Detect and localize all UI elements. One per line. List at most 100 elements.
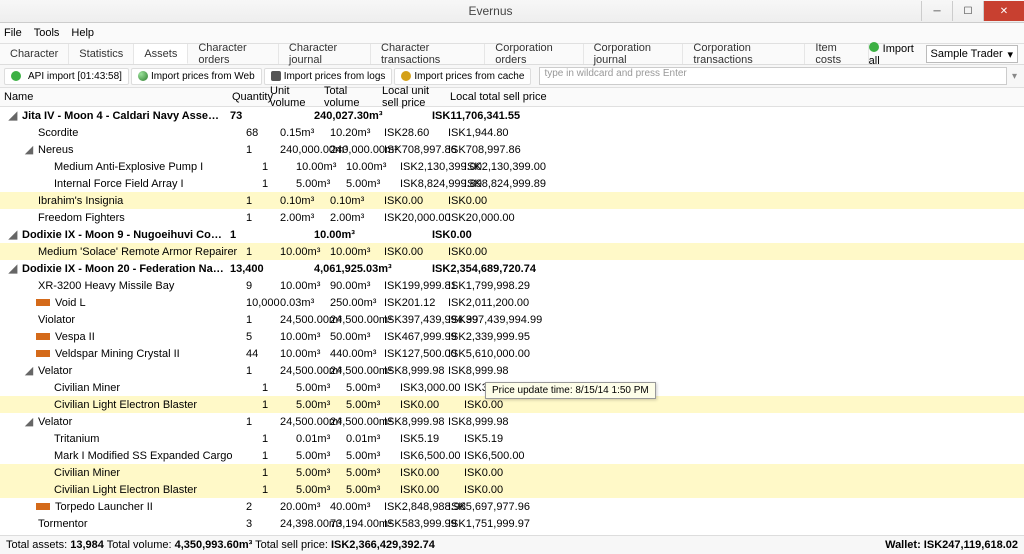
tab-character-orders[interactable]: Character orders [188, 44, 279, 64]
asset-row[interactable]: Civilian Light Electron Blaster15.00m³5.… [0, 481, 1024, 498]
cell-quantity: 1 [260, 161, 294, 173]
column-header-local-total-sell-price[interactable]: Local total sell price [446, 91, 564, 103]
asset-row[interactable]: Medium Anti-Explosive Pump I110.00m³10.0… [0, 158, 1024, 175]
asset-row[interactable]: Medium 'Solace' Remote Armor Repairer110… [0, 243, 1024, 260]
expand-icon[interactable]: ◢ [22, 364, 36, 377]
menu-tools[interactable]: Tools [34, 27, 60, 39]
menu-file[interactable]: File [4, 27, 22, 39]
minimize-button[interactable]: ─ [921, 1, 952, 21]
column-header-name[interactable]: Name [0, 91, 228, 103]
asset-row[interactable]: Torpedo Launcher II220.00m³40.00m³ISK2,8… [0, 498, 1024, 515]
cell-unit-sell: ISK0.00 [382, 195, 446, 207]
cell-quantity: 3 [244, 518, 278, 530]
cell-total-volume: 10.00m³ [344, 161, 398, 173]
cell-quantity: 1 [244, 314, 278, 326]
asset-row[interactable]: Mark I Modified SS Expanded Cargo15.00m³… [0, 447, 1024, 464]
tab-corporation-transactions[interactable]: Corporation transactions [683, 44, 805, 64]
item-name: Tritanium [52, 433, 101, 445]
cell-unit-volume: 0.03m³ [278, 297, 328, 309]
tab-character-journal[interactable]: Character journal [279, 44, 371, 64]
asset-row[interactable]: Veldspar Mining Crystal II4410.00m³440.0… [0, 345, 1024, 362]
cell-unit-volume: 0.15m³ [278, 127, 328, 139]
character-combo[interactable]: Sample Trader▾ [926, 45, 1019, 63]
tab-corporation-orders[interactable]: Corporation orders [485, 44, 583, 64]
import-web-button[interactable]: Import prices from Web [131, 68, 262, 85]
item-name: Civilian Light Electron Blaster [52, 484, 199, 496]
cell-unit-sell: ISK2,130,399.00 [398, 161, 462, 173]
expand-icon[interactable]: ◢ [6, 109, 20, 122]
cell-quantity: 1 [260, 450, 294, 462]
tab-statistics[interactable]: Statistics [69, 44, 134, 64]
api-import-button[interactable]: API import [01:43:58] [4, 68, 129, 85]
cell-quantity: 1 [260, 382, 294, 394]
item-name: Tormentor [36, 518, 90, 530]
asset-row[interactable]: ◢Velator124,500.00m³24,500.00m³ISK8,999.… [0, 413, 1024, 430]
cell-unit-volume: 24,500.00m³ [278, 314, 328, 326]
asset-row[interactable]: Vespa II510.00m³50.00m³ISK467,999.99ISK2… [0, 328, 1024, 345]
cell-total-sell: ISK2,130,399.00 [462, 161, 561, 173]
asset-row[interactable]: ◢Nereus1240,000.00m³240,000.00m³ISK708,9… [0, 141, 1024, 158]
column-header-quantity[interactable]: Quantity [228, 91, 266, 103]
cell-total-sell: ISK1,751,999.97 [446, 518, 545, 530]
asset-row[interactable]: Freedom Fighters12.00m³2.00m³ISK20,000.0… [0, 209, 1024, 226]
asset-row[interactable]: Void L10,0000.03m³250.00m³ISK201.12ISK2,… [0, 294, 1024, 311]
location-row[interactable]: ◢Dodixie IX - Moon 20 - Federation Navy … [0, 260, 1024, 277]
tab-item-costs[interactable]: Item costs [805, 44, 868, 64]
expand-icon[interactable]: ◢ [22, 143, 36, 156]
maximize-button[interactable]: ☐ [952, 1, 983, 21]
cell-total-sell: ISK0.00 [462, 484, 561, 496]
column-header-total-volume[interactable]: Total volume [320, 85, 378, 109]
asset-row[interactable]: XR-3200 Heavy Missile Bay910.00m³90.00m³… [0, 277, 1024, 294]
asset-row[interactable]: ◢Velator124,500.00m³24,500.00m³ISK8,999.… [0, 362, 1024, 379]
asset-row[interactable]: Scordite680.15m³10.20m³ISK28.60ISK1,944.… [0, 124, 1024, 141]
import-logs-button[interactable]: Import prices from logs [264, 68, 393, 85]
asset-row[interactable]: Tritanium10.01m³0.01m³ISK5.19ISK5.19 [0, 430, 1024, 447]
dropdown-icon[interactable]: ▾ [1012, 71, 1017, 82]
asset-row[interactable]: Ibrahim's Insignia10.10m³0.10m³ISK0.00IS… [0, 192, 1024, 209]
column-header-local-unit-sell-price[interactable]: Local unit sell price [378, 85, 446, 109]
asset-row[interactable]: Internal Force Field Array I15.00m³5.00m… [0, 175, 1024, 192]
tab-corporation-journal[interactable]: Corporation journal [584, 44, 684, 64]
globe-icon [138, 71, 148, 81]
cell-total-sell: ISK0.00 [462, 399, 561, 411]
cell-unit-volume: 2.00m³ [278, 212, 328, 224]
cell-total-volume: 10.00m³ [312, 229, 366, 241]
asset-row[interactable]: Civilian Miner15.00m³5.00m³ISK0.00ISK0.0… [0, 464, 1024, 481]
cell-total-volume: 24,500.00m³ [328, 416, 382, 428]
column-header-unit-volume[interactable]: Unit volume [266, 85, 320, 109]
cell-total-volume: 2.00m³ [328, 212, 382, 224]
cell-unit-sell: ISK20,000.00 [382, 212, 446, 224]
cell-unit-volume: 20.00m³ [278, 501, 328, 513]
cell-quantity: 1 [260, 178, 294, 190]
cell-total-sell: ISK8,999.98 [446, 365, 545, 377]
import-cache-button[interactable]: Import prices from cache [394, 68, 531, 85]
expand-icon[interactable]: ◢ [22, 415, 36, 428]
cell-unit-volume: 0.01m³ [294, 433, 344, 445]
location-row[interactable]: ◢Jita IV - Moon 4 - Caldari Navy Assembl… [0, 107, 1024, 124]
asset-row[interactable]: Tormentor324,398.00m³73,194.00m³ISK583,9… [0, 515, 1024, 532]
cell-total-sell: ISK2,354,689,720.74 [430, 263, 529, 275]
tab-character-transactions[interactable]: Character transactions [371, 44, 485, 64]
cell-unit-volume: 10.00m³ [278, 280, 328, 292]
flag-icon [36, 503, 50, 510]
filter-input[interactable]: type in wildcard and press Enter [539, 67, 1007, 85]
asset-row[interactable]: Violator124,500.00m³24,500.00m³ISK397,43… [0, 311, 1024, 328]
expand-icon[interactable]: ◢ [6, 262, 20, 275]
location-row[interactable]: ◢Dodixie IX - Moon 9 - Nugoeihuvi Corpor… [0, 226, 1024, 243]
tab-character[interactable]: Character [0, 44, 69, 64]
import-all-button[interactable]: Import all [869, 42, 918, 67]
tab-assets[interactable]: Assets [134, 44, 188, 64]
cell-quantity: 44 [244, 348, 278, 360]
close-button[interactable]: ✕ [983, 1, 1024, 21]
flag-icon [36, 299, 50, 306]
cell-total-volume: 90.00m³ [328, 280, 382, 292]
cell-total-sell: ISK0.00 [430, 229, 529, 241]
item-name: Freedom Fighters [36, 212, 127, 224]
cell-total-sell: ISK397,439,994.99 [446, 314, 545, 326]
expand-icon[interactable]: ◢ [6, 228, 20, 241]
cell-unit-volume: 0.10m³ [278, 195, 328, 207]
menu-help[interactable]: Help [71, 27, 94, 39]
cell-unit-sell: ISK467,999.99 [382, 331, 446, 343]
cell-unit-volume: 24,500.00m³ [278, 365, 328, 377]
item-name: Civilian Miner [52, 382, 122, 394]
